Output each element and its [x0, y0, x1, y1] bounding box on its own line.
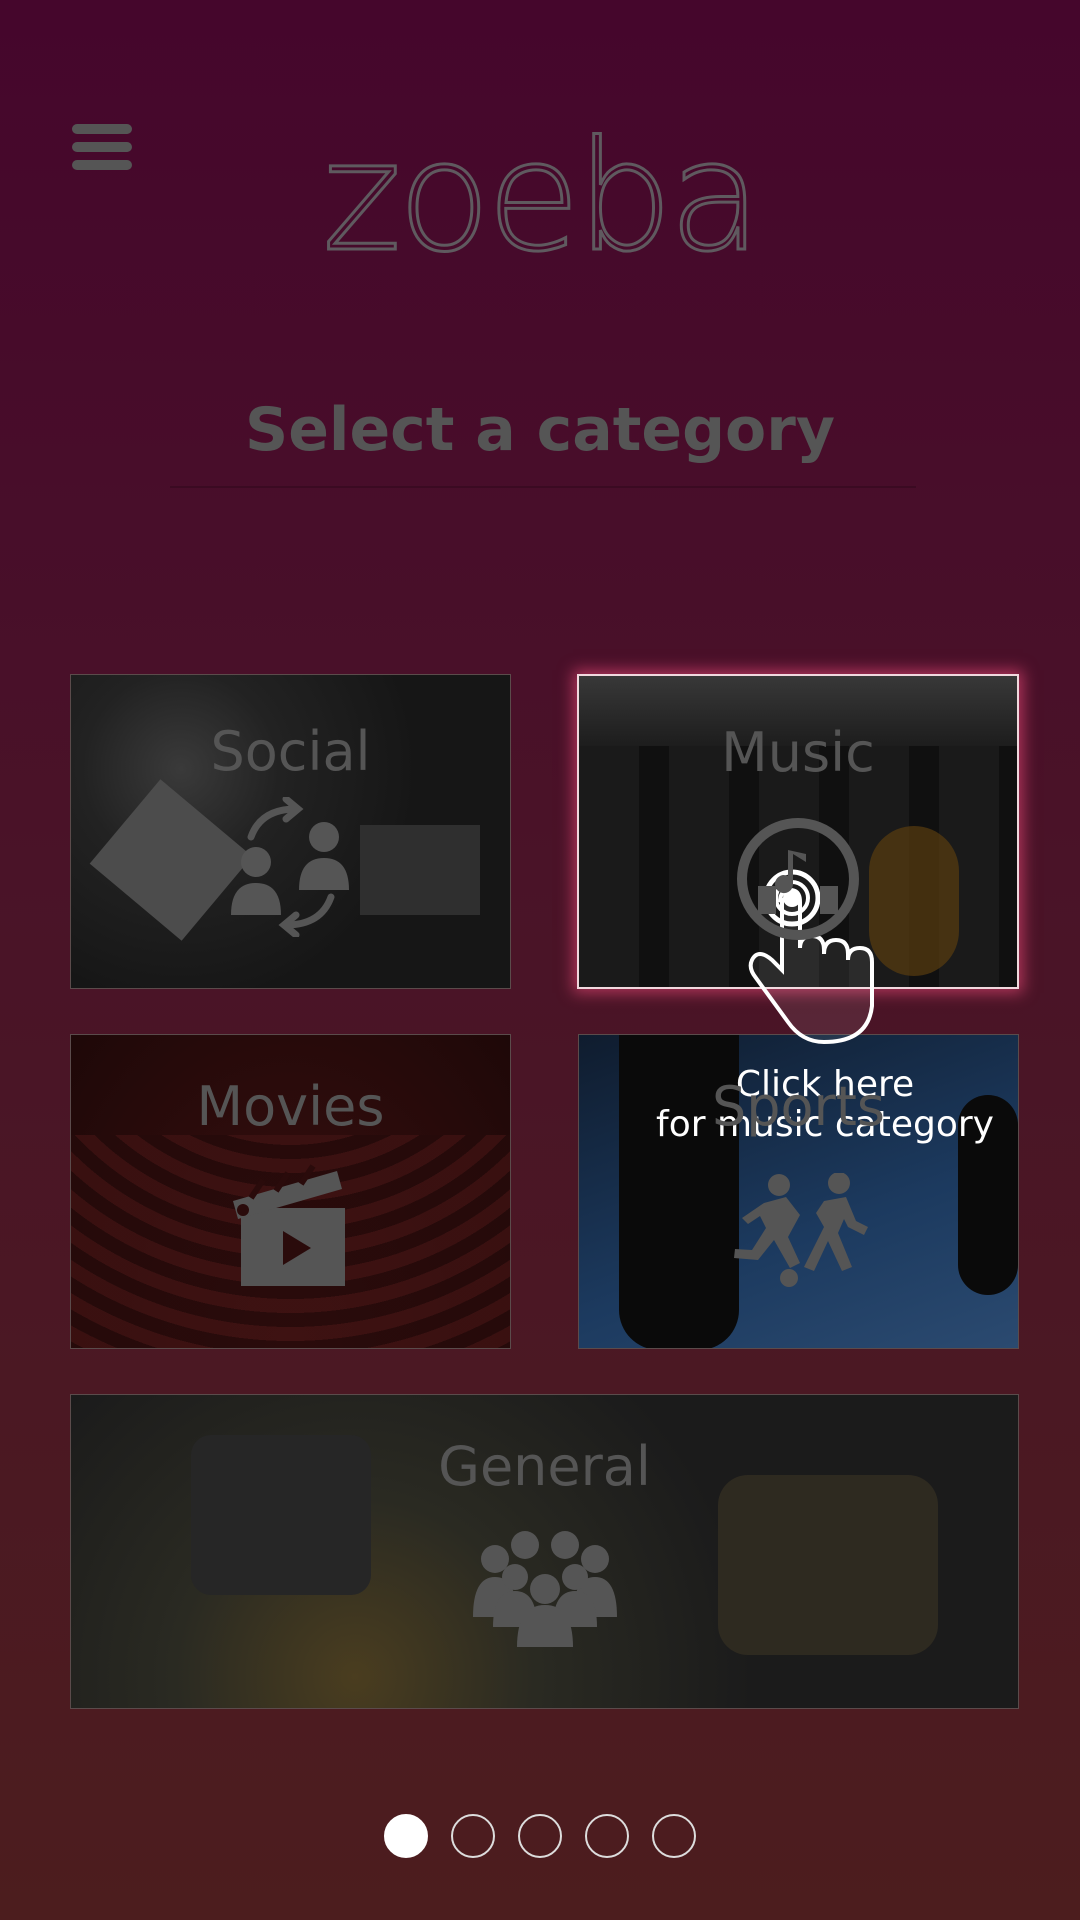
category-tile-social[interactable]: Social [70, 674, 511, 989]
page-dot-4[interactable] [585, 1814, 629, 1858]
group-people-icon [472, 1531, 617, 1647]
category-tile-sports[interactable]: Sports [578, 1034, 1019, 1349]
pagination-dots [0, 1814, 1080, 1864]
title-divider [170, 486, 916, 488]
category-tile-music[interactable]: Music [577, 674, 1019, 989]
category-label: Movies [196, 1075, 385, 1138]
headphones-music-icon [737, 818, 859, 940]
logo-text: zoeba [321, 108, 764, 285]
category-tile-general[interactable]: General [70, 1394, 1019, 1709]
page-dot-1[interactable] [384, 1814, 428, 1858]
category-label: Social [210, 720, 371, 783]
app-logo: zoeba [320, 108, 764, 285]
hamburger-menu-icon-bar [72, 160, 132, 170]
category-label: Music [721, 721, 875, 784]
social-exchange-icon [230, 797, 349, 937]
page-dot-5[interactable] [652, 1814, 696, 1858]
sports-players-icon [733, 1173, 868, 1287]
hamburger-menu-icon-bar [72, 142, 132, 152]
page-title: Select a category [245, 395, 835, 465]
clapperboard-icon [232, 1164, 345, 1286]
menu-button[interactable] [72, 124, 134, 170]
hamburger-menu-icon [72, 124, 132, 134]
page-dot-3[interactable] [518, 1814, 562, 1858]
page-dot-2[interactable] [451, 1814, 495, 1858]
category-label: General [438, 1435, 651, 1498]
category-tile-movies[interactable]: Movies [70, 1034, 511, 1349]
category-label: Sports [711, 1075, 886, 1138]
